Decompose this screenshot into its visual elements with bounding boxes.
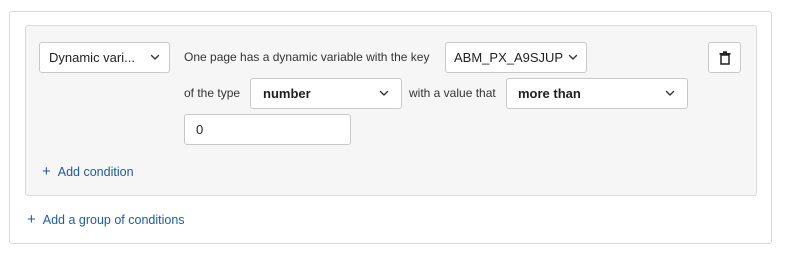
plus-icon: + — [42, 163, 51, 180]
trash-icon — [719, 50, 731, 65]
variable-key-select[interactable]: ABM_PX_A9SJUP — [445, 42, 587, 73]
value-type-value: number — [263, 86, 311, 101]
of-the-type-label: of the type — [184, 86, 241, 100]
value-type-select[interactable]: number — [250, 78, 402, 109]
operator-value: more than — [518, 86, 581, 101]
chevron-down-icon — [568, 54, 578, 61]
add-condition-button[interactable]: + Add condition — [42, 164, 134, 179]
add-condition-label: Add condition — [57, 164, 134, 179]
chevron-down-icon — [150, 54, 160, 61]
with-value-label: with a value that — [409, 86, 496, 100]
condition-type-select[interactable]: Dynamic vari... — [39, 42, 170, 73]
chevron-down-icon — [665, 90, 675, 97]
value-input[interactable] — [184, 114, 351, 145]
chevron-down-icon — [379, 90, 389, 97]
condition-type-value: Dynamic vari... — [49, 50, 135, 65]
variable-key-value: ABM_PX_A9SJUP — [454, 50, 564, 65]
add-condition-group-label: Add a group of conditions — [42, 212, 185, 227]
add-condition-group-button[interactable]: + Add a group of conditions — [27, 212, 185, 227]
delete-condition-button[interactable] — [708, 42, 741, 73]
operator-select[interactable]: more than — [506, 78, 688, 109]
condition-sentence-prefix: One page has a dynamic variable with the… — [184, 50, 430, 64]
plus-icon: + — [27, 211, 36, 228]
